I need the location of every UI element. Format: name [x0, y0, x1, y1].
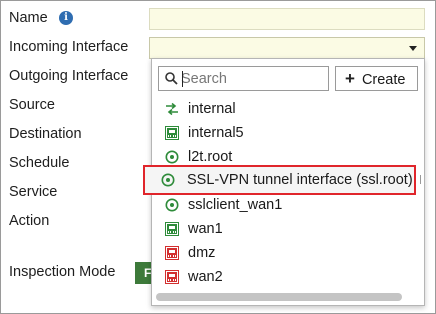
incoming-interface-label: Incoming Interface [9, 39, 129, 55]
option-ssl-vpn-tunnel[interactable]: SSL-VPN tunnel interface (ssl.root) [143, 165, 416, 195]
action-label: Action [9, 213, 50, 229]
port-green-icon [165, 222, 179, 236]
option-label: dmz [188, 245, 216, 261]
name-label: Name [9, 10, 48, 26]
horizontal-scrollbar[interactable] [156, 293, 402, 301]
search-icon [165, 72, 178, 85]
tunnel-icon [165, 150, 179, 164]
option-label: wan2 [188, 269, 223, 285]
option-label: sslclient_wan1 [188, 197, 283, 213]
search-box[interactable] [158, 66, 329, 91]
outgoing-interface-label: Outgoing Interface [9, 68, 129, 84]
port-red-icon [165, 270, 179, 284]
clipped-text-edge [420, 175, 425, 184]
create-button-label: Create [361, 72, 406, 88]
source-label: Source [9, 97, 55, 113]
option-label: internal5 [188, 125, 244, 141]
name-field[interactable] [149, 8, 425, 30]
search-input[interactable] [181, 69, 321, 88]
option-internal5[interactable]: internal5 [152, 121, 424, 145]
plus-icon: + [345, 69, 355, 88]
service-label: Service [9, 184, 58, 200]
destination-label: Destination [9, 126, 82, 142]
policy-form-panel: Name i Incoming Interface Outgoing Inter… [0, 0, 436, 314]
text-cursor [182, 71, 183, 87]
option-wan2[interactable]: wan2 [152, 265, 424, 289]
option-label: internal [188, 101, 236, 117]
option-label: SSL-VPN tunnel interface (ssl.root) [187, 172, 413, 188]
option-wan1[interactable]: wan1 [152, 217, 424, 241]
option-internal[interactable]: internal [152, 97, 424, 121]
inspection-mode-label: Inspection Mode [9, 264, 116, 280]
schedule-label: Schedule [9, 155, 70, 171]
switch-icon [166, 102, 178, 116]
tunnel-icon [165, 198, 179, 212]
port-green-icon [165, 126, 179, 140]
option-sslclient-wan1[interactable]: sslclient_wan1 [152, 193, 424, 217]
incoming-interface-select[interactable] [149, 37, 425, 59]
create-button[interactable]: + Create [335, 66, 418, 91]
option-label: wan1 [188, 221, 223, 237]
port-red-icon [165, 246, 179, 260]
option-dmz[interactable]: dmz [152, 241, 424, 265]
info-icon[interactable]: i [59, 11, 73, 25]
chevron-down-icon[interactable] [409, 46, 417, 51]
tunnel-icon [161, 173, 175, 187]
